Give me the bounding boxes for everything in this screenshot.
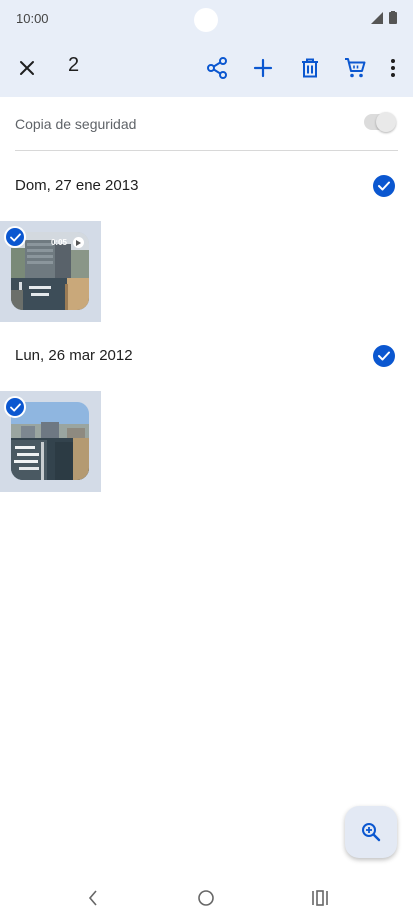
order-prints-button[interactable] <box>339 52 371 84</box>
nav-recents-button[interactable] <box>307 886 333 910</box>
date-label: Lun, 26 mar 2012 <box>15 347 133 364</box>
add-button[interactable] <box>247 52 279 84</box>
close-selection-button[interactable] <box>11 52 43 84</box>
back-icon <box>88 890 97 906</box>
video-duration: 0:05 <box>50 238 67 247</box>
item-selected-check[interactable] <box>4 226 26 248</box>
play-icon <box>73 237 84 248</box>
status-icons <box>371 11 397 24</box>
status-time: 10:00 <box>16 11 49 26</box>
share-button[interactable] <box>201 52 233 84</box>
zoom-in-button[interactable] <box>345 806 397 858</box>
zoom-in-icon <box>362 823 381 842</box>
system-navigation-bar <box>0 876 413 920</box>
cart-icon <box>345 58 366 78</box>
selection-toolbar: 2 <box>0 40 413 97</box>
check-icon <box>9 232 21 242</box>
date-label: Dom, 27 ene 2013 <box>15 177 139 194</box>
nav-back-button[interactable] <box>80 886 106 910</box>
home-icon <box>198 890 214 906</box>
media-item-video[interactable]: 0:05 <box>0 221 101 322</box>
more-options-button[interactable] <box>377 52 409 84</box>
share-icon <box>207 57 227 79</box>
add-icon <box>253 58 273 78</box>
camera-cutout <box>194 8 218 32</box>
backup-row: Copia de seguridad <box>15 97 398 151</box>
select-group-checkbox[interactable] <box>373 175 395 197</box>
date-header-group-2: Lun, 26 mar 2012 <box>15 341 398 371</box>
media-item-photo[interactable] <box>0 391 101 492</box>
delete-button[interactable] <box>294 52 326 84</box>
selected-count: 2 <box>68 54 80 76</box>
backup-toggle[interactable] <box>364 112 396 132</box>
date-header-group-1: Dom, 27 ene 2013 <box>15 171 398 201</box>
more-vert-icon <box>391 59 395 77</box>
toggle-knob <box>376 112 396 132</box>
status-bar: 10:00 <box>0 0 413 40</box>
check-icon <box>378 181 390 191</box>
close-icon <box>20 61 34 75</box>
select-group-checkbox[interactable] <box>373 345 395 367</box>
battery-icon <box>389 11 397 24</box>
signal-icon <box>371 11 383 24</box>
check-icon <box>378 351 390 361</box>
check-icon <box>9 402 21 412</box>
recents-icon <box>312 890 328 906</box>
nav-home-button[interactable] <box>193 886 219 910</box>
trash-icon <box>302 58 318 78</box>
item-selected-check[interactable] <box>4 396 26 418</box>
backup-label: Copia de seguridad <box>15 116 137 132</box>
